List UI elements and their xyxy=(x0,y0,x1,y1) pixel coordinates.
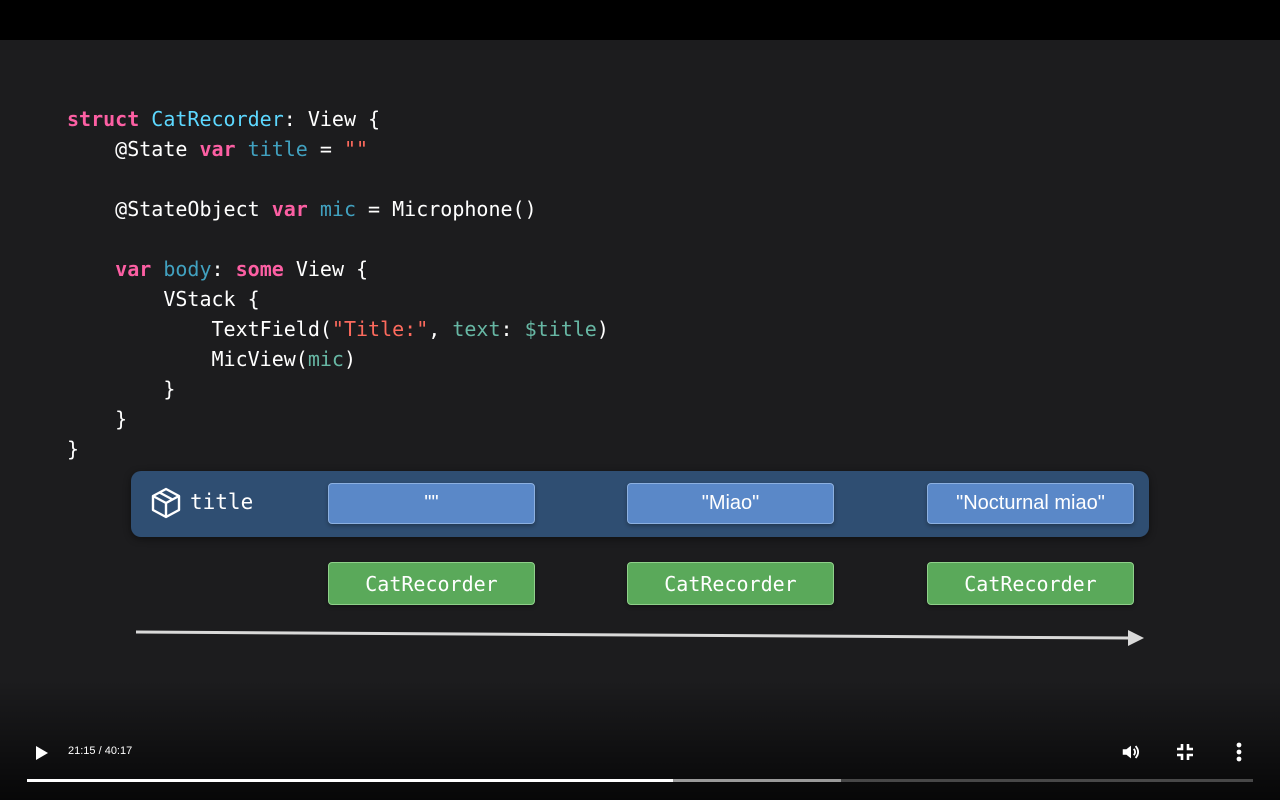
code-token: = Microphone() xyxy=(356,197,537,221)
code-token: var xyxy=(115,257,152,281)
code-token: : View { xyxy=(283,107,381,131)
code-line: var body: some View { xyxy=(67,254,609,284)
code-token: struct xyxy=(67,107,140,131)
code-token: var xyxy=(199,137,236,161)
code-token: CatRecorder xyxy=(151,107,284,131)
code-token: } xyxy=(67,377,176,401)
code-token: : xyxy=(500,317,525,341)
code-token: TextField( xyxy=(67,317,332,341)
play-button[interactable] xyxy=(28,740,54,766)
code-token: View { xyxy=(283,257,369,281)
code-line: @StateObject var mic = Microphone() xyxy=(67,194,609,224)
cube-icon xyxy=(151,487,181,519)
player-controls xyxy=(0,680,1280,800)
code-token: var xyxy=(271,197,308,221)
code-line: VStack { xyxy=(67,284,609,314)
code-token: "" xyxy=(343,137,369,161)
play-icon xyxy=(36,746,48,760)
played-bar xyxy=(27,779,674,782)
code-token: @StateObject xyxy=(67,197,272,221)
code-token: ) xyxy=(343,347,356,371)
code-token: mic xyxy=(307,347,344,371)
code-line: } xyxy=(67,404,609,434)
code-line: MicView(mic) xyxy=(67,344,609,374)
state-value-box: "" xyxy=(328,483,535,524)
code-token: some xyxy=(235,257,284,281)
view-instance-box: CatRecorder xyxy=(328,562,535,605)
view-instance-box: CatRecorder xyxy=(927,562,1134,605)
code-token: : xyxy=(211,257,236,281)
code-block: struct CatRecorder: View { @State var ti… xyxy=(67,104,609,464)
progress-bar[interactable] xyxy=(27,779,1253,782)
code-token: text xyxy=(452,317,501,341)
code-token: , xyxy=(428,317,453,341)
code-token: mic xyxy=(319,197,356,221)
code-token: MicView( xyxy=(67,347,308,371)
code-line: struct CatRecorder: View { xyxy=(67,104,609,134)
exit-fullscreen-icon xyxy=(1177,744,1193,760)
code-token: @State xyxy=(67,137,200,161)
state-label: title xyxy=(190,490,254,514)
code-token: = xyxy=(307,137,344,161)
time-display: 21:15 / 40:17 xyxy=(68,745,133,757)
code-token: ) xyxy=(596,317,609,341)
code-token: } xyxy=(67,407,128,431)
code-line: } xyxy=(67,434,609,464)
time-arrow xyxy=(135,630,1144,646)
volume-icon xyxy=(1122,745,1140,759)
code-token: body xyxy=(163,257,212,281)
state-value-box: "Nocturnal miao" xyxy=(927,483,1134,524)
code-line: } xyxy=(67,374,609,404)
code-token: title xyxy=(247,137,308,161)
code-line: @State var title = "" xyxy=(67,134,609,164)
code-token: VStack { xyxy=(67,287,260,311)
code-token: } xyxy=(67,437,80,461)
state-value-box: "Miao" xyxy=(627,483,834,524)
view-instance-box: CatRecorder xyxy=(627,562,834,605)
code-token: "Title:" xyxy=(331,317,429,341)
code-token: $title xyxy=(524,317,597,341)
exit-fullscreen-button[interactable] xyxy=(1172,739,1198,765)
more-options-button[interactable] xyxy=(1226,739,1252,765)
more-vert-icon xyxy=(1236,742,1242,762)
code-line: TextField("Title:", text: $title) xyxy=(67,314,609,344)
volume-button[interactable] xyxy=(1118,739,1144,765)
